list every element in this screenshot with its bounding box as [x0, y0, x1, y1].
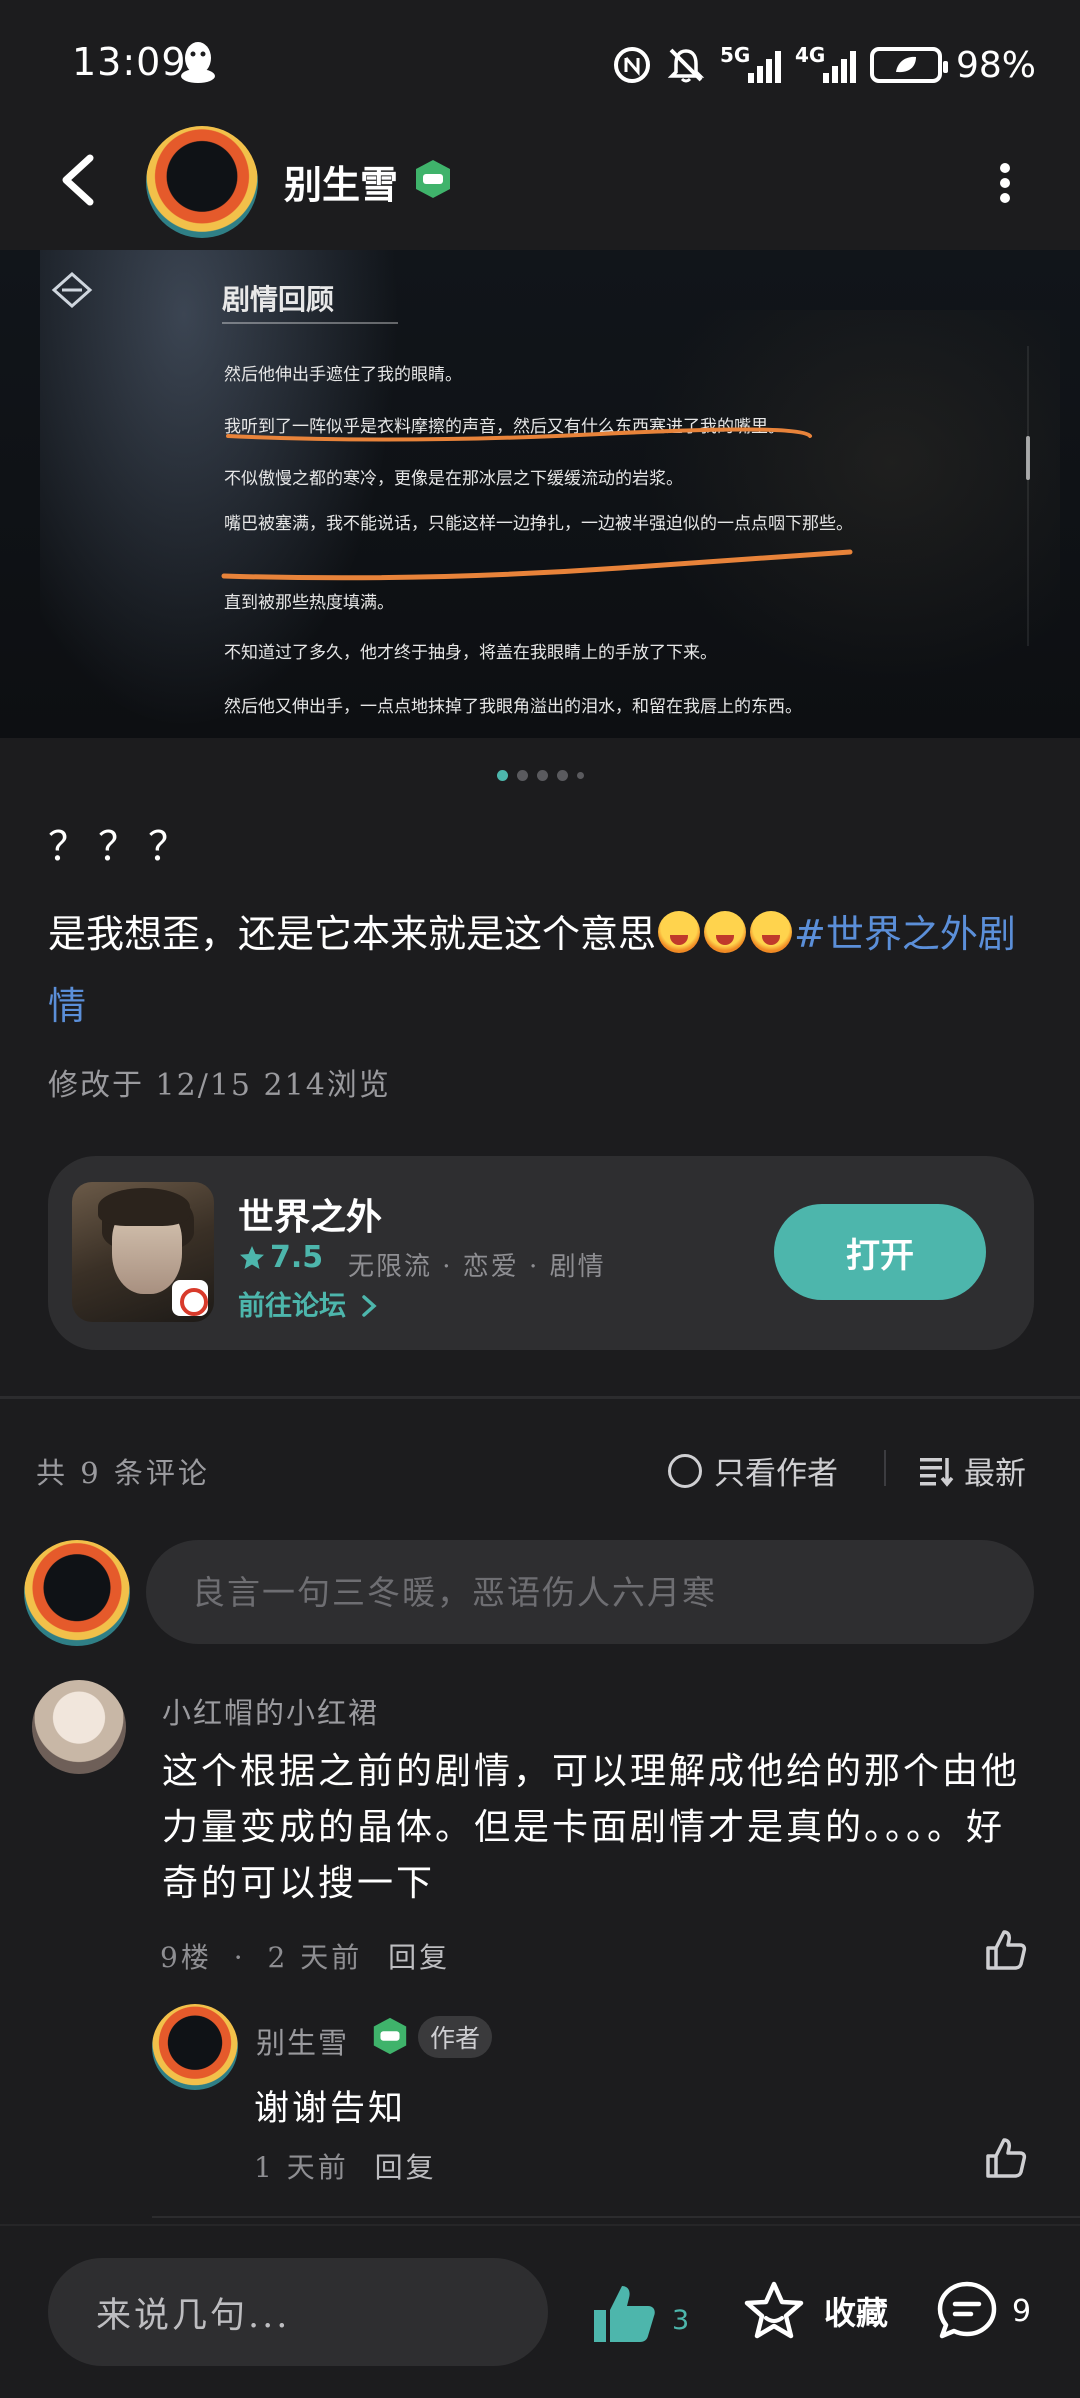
star-icon	[240, 1245, 264, 1269]
image-pager	[0, 770, 1080, 781]
reply-time: 1 天前	[254, 2151, 349, 2184]
author-name[interactable]: 别生雪	[284, 154, 398, 209]
radio-icon[interactable]	[668, 1453, 702, 1488]
open-app-button[interactable]: 打开	[774, 1204, 986, 1300]
app-rating: 7.5	[238, 1240, 323, 1275]
signal-4g: 4G	[795, 43, 856, 83]
reply-avatar[interactable]	[152, 2004, 238, 2090]
back-button[interactable]	[50, 150, 106, 210]
like-icon[interactable]	[982, 1926, 1030, 1974]
favorite-button[interactable]: 收藏	[742, 2280, 888, 2342]
like-icon[interactable]	[982, 2134, 1030, 2182]
comment-icon	[937, 2281, 997, 2339]
level-badge-icon	[416, 160, 450, 198]
qq-icon	[181, 42, 215, 83]
pager-dot	[556, 770, 568, 781]
like-count: 3	[672, 2304, 690, 2336]
emoji-icon	[704, 911, 747, 953]
comment-count: 共 9 条评论	[36, 1456, 210, 1490]
signal-5g: 5G	[720, 43, 781, 83]
bottom-comment-input[interactable]: 来说几句...	[48, 2258, 548, 2366]
more-options-button[interactable]	[990, 158, 1020, 208]
post-title: ？？？	[48, 824, 198, 870]
app-tags: 无限流 · 恋爱 · 剧情	[348, 1252, 606, 1282]
app-icon[interactable]	[72, 1182, 214, 1322]
emoji-icon	[750, 911, 793, 953]
app-name[interactable]: 世界之外	[238, 1188, 382, 1240]
comment-meta: 9楼 · 2 天前 回复	[160, 1941, 451, 1974]
author-badge: 作者	[418, 2016, 493, 2058]
reply-author-name[interactable]: 别生雪	[256, 2020, 349, 2062]
status-icons: 5G 4G 98%	[612, 40, 1036, 90]
sort-button[interactable]: 最新	[918, 1448, 1026, 1493]
author-only-toggle[interactable]: 只看作者	[668, 1448, 838, 1493]
reply-button[interactable]: 回复	[388, 1941, 450, 1974]
pager-dot	[536, 770, 548, 781]
pager-dot	[576, 772, 584, 779]
emoji-icon	[658, 911, 701, 953]
my-avatar	[24, 1540, 130, 1646]
level-badge-icon	[373, 2017, 407, 2055]
sort-icon	[920, 1457, 954, 1487]
comment-text[interactable]: 这个根据之前的剧情，可以理解成他给的那个由他力量变成的晶体。但是卡面剧情才是真的…	[162, 1744, 1042, 1912]
chevron-right-icon	[362, 1295, 378, 1317]
reply-button[interactable]: 回复	[375, 2151, 437, 2184]
mute-icon	[667, 48, 705, 83]
forum-link[interactable]: 前往论坛	[238, 1284, 379, 1323]
reply-text[interactable]: 谢谢告知	[254, 2080, 406, 2131]
comment-button[interactable]: 9	[934, 2280, 1031, 2342]
comment-count-badge: 9	[1012, 2293, 1032, 2329]
like-button[interactable]: 3	[590, 2282, 689, 2346]
highlight-underlines	[221, 427, 853, 581]
post-image-carousel[interactable]: 剧情回顾 然后他伸出手遮住了我的眼睛。 我听到了一阵似乎是衣料摩擦的声音，然后又…	[0, 250, 1080, 738]
commenter-avatar[interactable]	[32, 1680, 126, 1774]
pager-dot	[516, 770, 528, 781]
battery-icon	[869, 47, 948, 83]
commenter-name[interactable]: 小红帽的小红裙	[162, 1690, 379, 1732]
comment-input[interactable]	[146, 1540, 1034, 1644]
comment-floor: 9楼	[160, 1941, 212, 1974]
post-body: 是我想歪，还是它本来就是这个意思 #世界之外剧情	[48, 911, 1016, 1028]
favorite-icon	[744, 2281, 804, 2339]
comment-time: 2 天前	[267, 1941, 363, 1974]
status-bar: 13:09 5G 4G 98%	[0, 0, 1080, 130]
pager-dot	[496, 770, 508, 781]
author-avatar[interactable]	[146, 126, 258, 238]
thumbs-up-icon	[594, 2286, 655, 2342]
post-meta: 修改于 12/15 214浏览	[48, 1068, 391, 1103]
nfc-icon	[613, 47, 650, 83]
reply-meta: 1 天前 回复	[254, 2146, 437, 2186]
battery-level: 98%	[955, 44, 1036, 86]
netease-logo-icon	[172, 1280, 208, 1316]
status-time: 13:09	[72, 40, 187, 84]
section-divider	[0, 1396, 1080, 1399]
